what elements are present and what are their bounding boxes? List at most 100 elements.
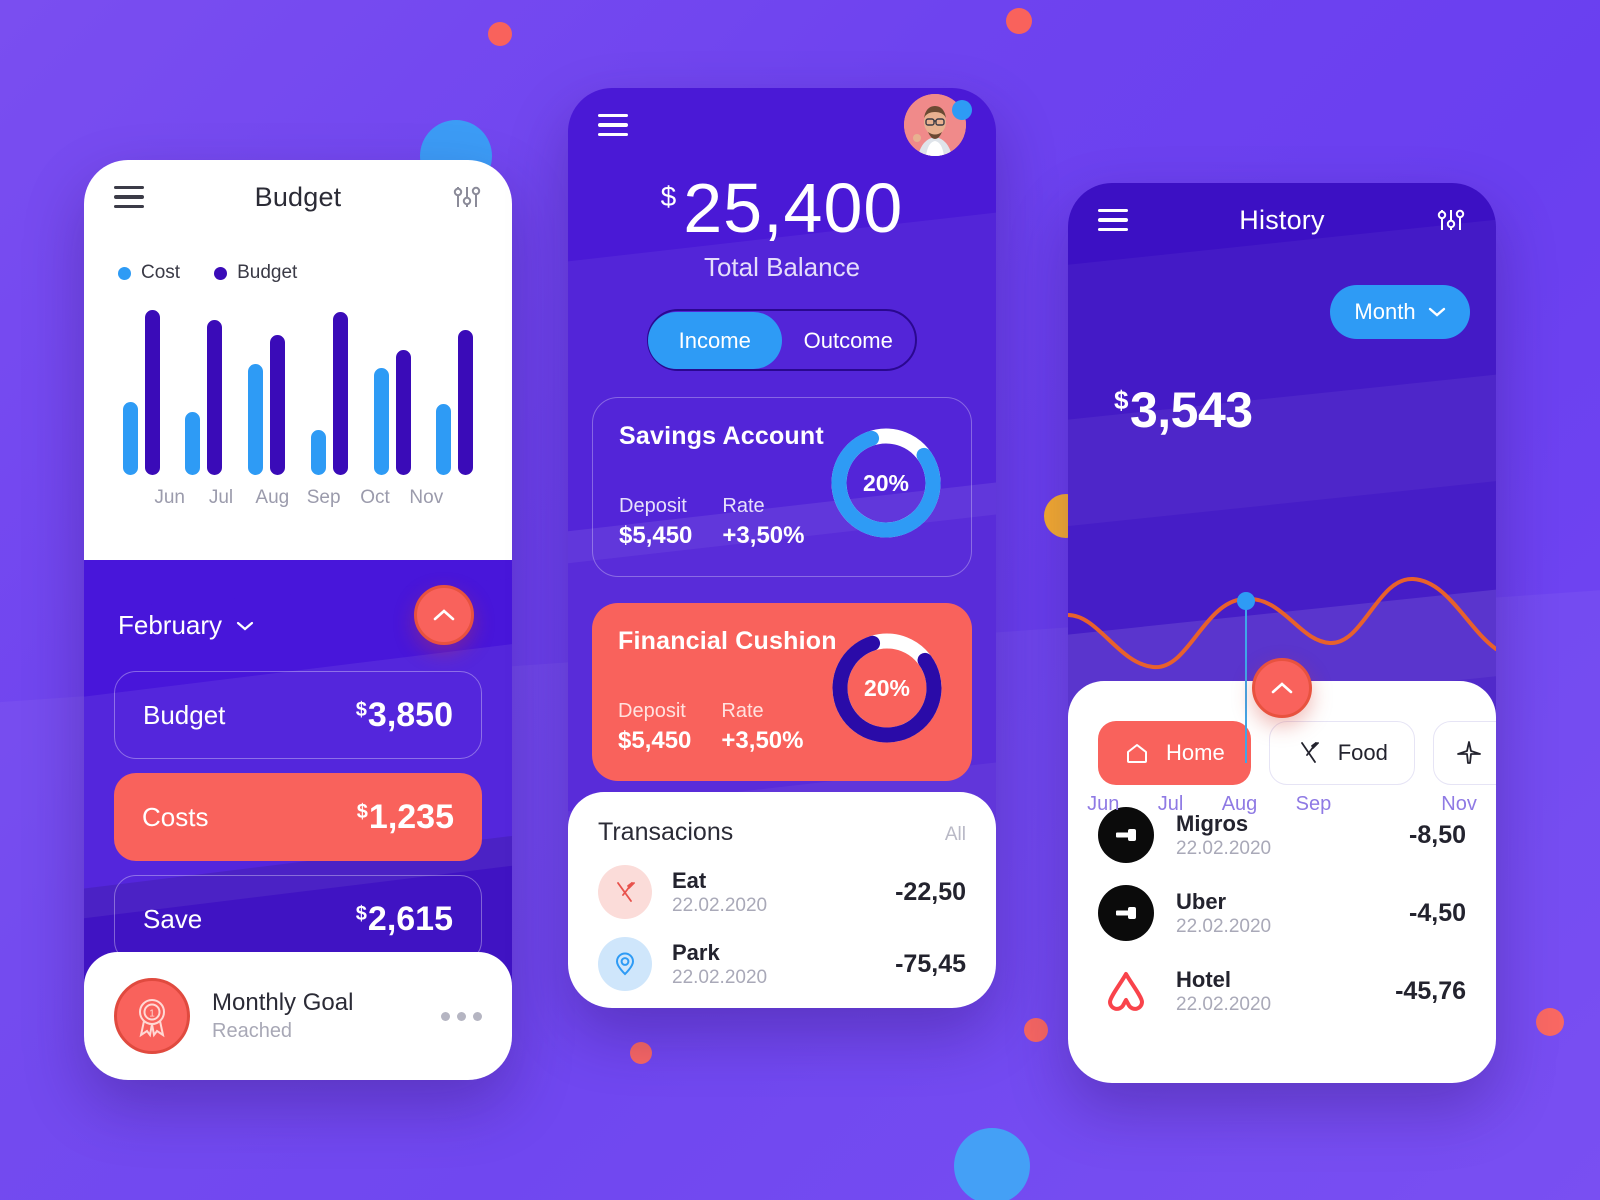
legend-item-cost: Cost bbox=[118, 262, 180, 284]
chevron-down-icon bbox=[1428, 307, 1445, 317]
history-row-name: Hotel bbox=[1176, 966, 1231, 992]
history-row-name: Uber bbox=[1176, 888, 1227, 914]
stat-label: Budget bbox=[143, 699, 226, 730]
transaction-text: Eat 22.02.2020 bbox=[672, 868, 875, 917]
transaction-text: Park 22.02.2020 bbox=[672, 940, 875, 989]
history-x-tick-jul[interactable]: Jul bbox=[1158, 793, 1184, 816]
transaction-date: 22.02.2020 bbox=[672, 966, 768, 988]
bar-x-tick-sep: Sep bbox=[306, 487, 341, 508]
budget-bar-chart: Jun Jul Aug Sep Oct Nov bbox=[84, 284, 512, 509]
month-selector-label: February bbox=[118, 610, 223, 640]
history-row-text: Uber 22.02.2020 bbox=[1176, 889, 1387, 938]
stat-row-budget[interactable]: Budget $3,850 bbox=[114, 671, 482, 759]
history-x-tick-oct[interactable]: Oct bbox=[1370, 793, 1403, 816]
bar-cost-nov bbox=[436, 404, 452, 475]
goal-title: Monthly Goal bbox=[212, 989, 354, 1016]
budget-stat-list: Budget $3,850 Costs $1,235 Save $2,615 bbox=[84, 641, 512, 963]
toggle-option-income[interactable]: Income bbox=[648, 311, 782, 369]
phone-history-screen: History Month $3,543 Jun Jul Aug Sep Oct Nov bbox=[1068, 183, 1496, 1083]
bar-chart-plot bbox=[114, 310, 482, 475]
phone-budget-screen: Budget Cost Budget Jun Jul Aug Sep Oct Nov bbox=[84, 160, 512, 1080]
bar-budget-nov bbox=[458, 329, 474, 475]
bar-budget-aug bbox=[270, 334, 286, 475]
savings-account-card[interactable]: Savings Account Deposit $5,450 Rate +3,5… bbox=[592, 397, 972, 577]
transaction-date: 22.02.2020 bbox=[672, 894, 768, 916]
period-chip-label: Month bbox=[1354, 299, 1416, 324]
legend-dot-cost bbox=[118, 266, 131, 280]
monthly-goal-card[interactable]: 1 Monthly Goal Reached bbox=[84, 952, 512, 1080]
rate-value: +3,50% bbox=[721, 727, 804, 754]
history-row-amount: -4,50 bbox=[1409, 898, 1466, 927]
history-amount-value: 3,543 bbox=[1129, 382, 1253, 438]
transaction-row[interactable]: Eat 22.02.2020 -22,50 bbox=[598, 865, 966, 919]
balance-appbar bbox=[568, 88, 996, 162]
hamburger-menu-icon[interactable] bbox=[1098, 209, 1128, 231]
bar-cost-oct bbox=[373, 367, 389, 475]
app-showcase-canvas: Budget Cost Budget Jun Jul Aug Sep Oct Nov bbox=[0, 0, 1600, 1200]
currency-symbol: $ bbox=[660, 181, 678, 212]
deposit-label: Deposit bbox=[618, 700, 686, 722]
bar-group bbox=[428, 329, 482, 475]
history-x-tick-jun[interactable]: Jun bbox=[1087, 793, 1119, 816]
history-x-tick-sep[interactable]: Sep bbox=[1296, 793, 1332, 816]
bar-x-tick-oct: Oct bbox=[360, 487, 390, 508]
deposit-value: $5,450 bbox=[619, 522, 693, 549]
bar-group bbox=[240, 334, 294, 475]
history-x-tick-aug[interactable]: Aug bbox=[1222, 793, 1258, 816]
history-x-tick-nov[interactable]: Nov bbox=[1441, 793, 1477, 816]
rate-label: Rate bbox=[722, 495, 765, 517]
history-appbar: History bbox=[1068, 183, 1496, 257]
history-row-date: 22.02.2020 bbox=[1176, 993, 1272, 1015]
bar-x-tick-jul: Jul bbox=[208, 487, 234, 508]
goal-subtitle: Reached bbox=[212, 1020, 293, 1042]
page-title: Budget bbox=[254, 181, 342, 212]
history-row-date: 22.02.2020 bbox=[1176, 837, 1272, 859]
bar-x-tick-aug: Aug bbox=[255, 487, 290, 508]
bar-x-tick-nov: Nov bbox=[409, 487, 444, 508]
transactions-list: Eat 22.02.2020 -22,50 Park 22.02.2020 -75,45 bbox=[598, 865, 966, 991]
chevron-down-icon bbox=[236, 621, 254, 630]
legend-label-budget: Budget bbox=[237, 262, 298, 283]
rate-label: Rate bbox=[721, 700, 764, 722]
sliders-icon[interactable] bbox=[1436, 206, 1466, 234]
transactions-all-link[interactable]: All bbox=[945, 824, 966, 846]
history-row-text: Migros 22.02.2020 bbox=[1176, 811, 1387, 860]
ellipsis-icon[interactable] bbox=[441, 1011, 482, 1021]
stat-row-save[interactable]: Save $2,615 bbox=[114, 875, 482, 963]
history-row-amount: -45,76 bbox=[1395, 976, 1466, 1005]
period-selector-chip[interactable]: Month bbox=[1330, 285, 1470, 339]
transaction-row[interactable]: Park 22.02.2020 -75,45 bbox=[598, 937, 966, 991]
stat-value: $2,615 bbox=[355, 899, 453, 938]
transactions-header: Transacions All bbox=[598, 818, 966, 847]
toggle-option-outcome[interactable]: Outcome bbox=[782, 312, 916, 369]
cutlery-icon bbox=[598, 865, 652, 919]
financial-cushion-card[interactable]: Financial Cushion Deposit $5,450 Rate +3… bbox=[592, 603, 972, 781]
transaction-name: Eat bbox=[672, 867, 707, 893]
uber-icon bbox=[1098, 885, 1154, 941]
sliders-icon[interactable] bbox=[452, 183, 482, 211]
total-balance-amount: $25,400 bbox=[568, 168, 996, 248]
history-row-date: 22.02.2020 bbox=[1176, 915, 1272, 937]
history-amount: $3,543 bbox=[1068, 339, 1496, 439]
bar-budget-jul bbox=[207, 319, 223, 475]
phone-balance-screen: $25,400 Total Balance Income Outcome Sav… bbox=[568, 88, 996, 1008]
collapse-sheet-button[interactable] bbox=[414, 585, 474, 645]
goal-texts: Monthly Goal Reached bbox=[212, 989, 419, 1043]
avatar[interactable] bbox=[904, 94, 972, 156]
bar-x-tick-jun: Jun bbox=[154, 487, 185, 508]
svg-text:1: 1 bbox=[149, 1009, 155, 1020]
history-row[interactable]: Hotel 22.02.2020 -45,76 bbox=[1068, 963, 1496, 1019]
currency-symbol: $ bbox=[1114, 385, 1128, 415]
decor-dot-coral-top bbox=[488, 22, 512, 46]
collapse-history-button[interactable] bbox=[1252, 658, 1312, 718]
total-balance-label: Total Balance bbox=[703, 252, 861, 282]
history-x-axis: Jun Jul Aug Sep Oct Nov bbox=[1068, 793, 1496, 816]
stat-row-costs[interactable]: Costs $1,235 bbox=[114, 773, 482, 861]
transactions-heading: Transacions bbox=[598, 818, 734, 846]
bar-budget-sep bbox=[332, 311, 348, 475]
hamburger-menu-icon[interactable] bbox=[598, 114, 628, 136]
legend-item-budget: Budget bbox=[214, 262, 297, 284]
hamburger-menu-icon[interactable] bbox=[114, 186, 144, 208]
history-row[interactable]: Uber 22.02.2020 -4,50 bbox=[1068, 885, 1496, 941]
income-outcome-toggle[interactable]: Income Outcome bbox=[647, 309, 917, 371]
